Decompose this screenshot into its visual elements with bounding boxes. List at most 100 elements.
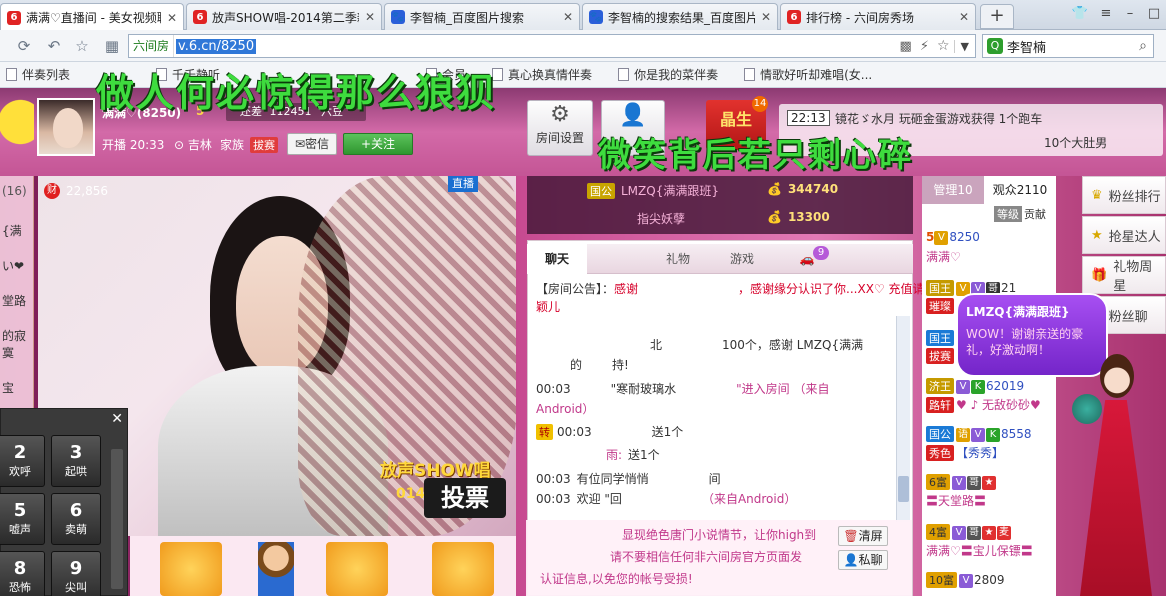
chat-scrollbar[interactable] (896, 316, 910, 522)
url-text[interactable]: v.6.cn/8250 (176, 38, 257, 54)
viewer-row[interactable]: 4富 V 哥 ★ 麦 (926, 524, 1012, 540)
family-badge[interactable]: 拔赛 (250, 137, 278, 153)
fans-ranking-button[interactable]: ♛ 粉丝排行 (1082, 176, 1166, 214)
sort-contribution[interactable]: 贡献 (1024, 206, 1046, 222)
close-icon[interactable]: ✕ (365, 10, 375, 24)
chat-line: 00:03 "寒耐玻璃水 "进入房间 （来自 (536, 382, 830, 396)
gift-item[interactable] (326, 542, 388, 596)
overlay-lyric-2: 微笑背后若只剩心碎 (598, 135, 913, 174)
viewer-row[interactable]: 5 V 8250 (926, 230, 980, 245)
star-count-badge: 14 (752, 96, 768, 112)
wealth-icon: 财 (44, 183, 60, 199)
keypad-key[interactable]: 2 欢呼 (0, 435, 45, 487)
tab-baidu-image[interactable]: 🐾 李智楠_百度图片搜索 ✕ (384, 3, 580, 30)
keypad-key[interactable]: 8 恐怖 (0, 551, 45, 596)
search-box[interactable]: Q 李智楠 ⌕ (982, 34, 1154, 58)
six-room-icon: 6 (193, 10, 207, 24)
system-notice: 认证信息,以免您的帐号受损! (540, 572, 693, 586)
menu-icon[interactable]: ≡ (1094, 4, 1118, 24)
page-icon (6, 68, 17, 81)
viewer-row[interactable]: 满满♡ (926, 248, 961, 265)
search-icon[interactable]: ⌕ (1139, 38, 1147, 54)
bookmark-item[interactable]: 你是我的菜伴奏 (618, 66, 718, 83)
host-avatar[interactable] (37, 98, 95, 156)
viewer-row[interactable]: 秀色 【秀秀】 (926, 444, 1004, 461)
search-input[interactable]: 李智楠 (1007, 37, 1046, 56)
search-engine-icon[interactable]: Q (987, 38, 1003, 54)
six-room-icon: 6 (7, 10, 21, 25)
refresh-icon[interactable]: ⟳ (14, 36, 34, 56)
tab-show-contest[interactable]: 6 放声SHOW唱-2014第二季新秀 ✕ (186, 3, 382, 30)
back-icon[interactable]: ↶ (44, 36, 64, 56)
clear-screen-button[interactable]: 🗑清屏 (838, 526, 888, 546)
avatar-figure[interactable] (258, 542, 294, 596)
favorite-icon[interactable]: ☆ (933, 38, 954, 54)
keypad-key[interactable]: 9 尖叫 (51, 551, 101, 596)
vote-button[interactable]: 投票 (424, 478, 506, 518)
close-icon[interactable]: ✕ (761, 10, 771, 24)
overlay-lyric-1: 做人何必惊得那么狼狈 (96, 70, 497, 115)
tab-live-room[interactable]: 6 满满♡直播间 - 美女视频聊 ✕ (0, 3, 184, 31)
tab-games[interactable]: 游戏 (711, 244, 773, 274)
shirt-icon[interactable]: 👕 (1068, 4, 1092, 24)
bookmark-item[interactable]: 真心换真情伴奏 (492, 66, 592, 83)
address-bar[interactable]: 六间房 v.6.cn/8250 ▩ ⚡ ☆ ▼ (128, 34, 976, 58)
new-tab-button[interactable]: + (980, 4, 1014, 29)
grid-icon[interactable]: ▦ (102, 36, 122, 56)
gift-item[interactable] (160, 542, 222, 596)
tab-admins[interactable]: 管理10 (922, 176, 984, 204)
bookmark-item[interactable]: 伴奏列表 (6, 66, 70, 83)
close-icon[interactable]: ✕ (111, 411, 123, 427)
viewer-row[interactable]: 10富 V 2809 (926, 572, 1005, 588)
maximize-icon[interactable]: □ (1142, 4, 1166, 24)
keypad-key[interactable]: 3 起哄 (51, 435, 101, 487)
viewer-row[interactable]: 6富 V 哥 ★ (926, 474, 997, 490)
bookmark-item[interactable]: 情歌好听却难唱(女... (744, 66, 872, 83)
family-label: 家族 (220, 138, 245, 152)
minimize-icon[interactable]: – (1118, 4, 1142, 24)
tab-ranking[interactable]: 6 排行榜 - 六间房秀场 ✕ (780, 3, 976, 30)
tab-title: 排行榜 - 六间房秀场 (806, 10, 914, 25)
viewer-row[interactable]: 济王 V K 62019 (926, 378, 1024, 394)
tab-chat[interactable]: 聊天 (527, 244, 587, 274)
gift-item[interactable] (432, 542, 494, 596)
fan-name[interactable]: 指尖妖孽 (637, 210, 685, 227)
sort-level[interactable]: 等级 (994, 206, 1022, 222)
viewer-row[interactable]: 璀璨 (926, 298, 956, 314)
star-icon[interactable]: ☆ (72, 36, 92, 56)
message-button[interactable]: ✉密信 (287, 133, 337, 155)
close-icon[interactable]: ✕ (167, 11, 177, 25)
follow-button[interactable]: +关注 (343, 133, 413, 155)
close-icon[interactable]: ✕ (563, 10, 573, 24)
fan-row[interactable]: 国公 LMZQ{满满跟班} (587, 182, 719, 199)
fan-ranking: 国公 LMZQ{满满跟班} 💰 344740 指尖妖孽 💰 13300 (527, 176, 913, 234)
chat-line: 的持! (570, 358, 629, 372)
close-icon[interactable]: ✕ (959, 10, 969, 24)
tab-baidu-results[interactable]: 🐾 李智楠的搜索结果_百度图片 ✕ (582, 3, 778, 30)
mail-icon: ✉ (294, 137, 306, 151)
six-room-icon: 6 (787, 10, 801, 24)
live-badge: 直播 (448, 176, 478, 192)
site-label: 六间房 (129, 35, 175, 57)
tab-gifts[interactable]: 礼物 (647, 244, 709, 274)
star-hunter-button[interactable]: ★ 抢星达人 (1082, 216, 1166, 254)
viewer-row[interactable]: 拔赛 (926, 348, 956, 364)
lightning-icon[interactable]: ⚡ (916, 39, 933, 54)
sound-keypad: ✕ 2 欢呼 3 起哄 5 嘘声 6 卖萌 8 恐怖 9 尖叫 (0, 408, 128, 596)
keypad-key[interactable]: 6 卖萌 (51, 493, 101, 545)
viewer-row[interactable]: 〓天堂路〓 (926, 492, 986, 509)
keypad-key[interactable]: 5 嘘声 (0, 493, 45, 545)
private-chat-button[interactable]: 👤私聊 (838, 550, 888, 570)
viewer-row[interactable]: 满满♡〓宝儿保镖〓 (926, 542, 1033, 559)
chat-line: 颖儿 (536, 300, 561, 314)
viewer-row[interactable]: 国公语 V K 8558 (926, 426, 1032, 442)
gift-week-button[interactable]: 🎁 礼物周星 (1082, 256, 1166, 294)
chevron-down-icon[interactable]: ▼ (953, 39, 975, 53)
tab-audience[interactable]: 观众2110 (984, 176, 1056, 204)
viewer-row[interactable]: 国王 (926, 330, 956, 346)
tab-second[interactable] (587, 244, 647, 274)
room-settings-button[interactable]: ⚙ 房间设置 (527, 100, 593, 156)
keypad-scrollbar[interactable] (111, 449, 123, 589)
viewer-row[interactable]: 路轩 ♥ ♪ 无敌砂砂♥ (926, 396, 1041, 413)
qr-icon[interactable]: ▩ (896, 39, 916, 54)
